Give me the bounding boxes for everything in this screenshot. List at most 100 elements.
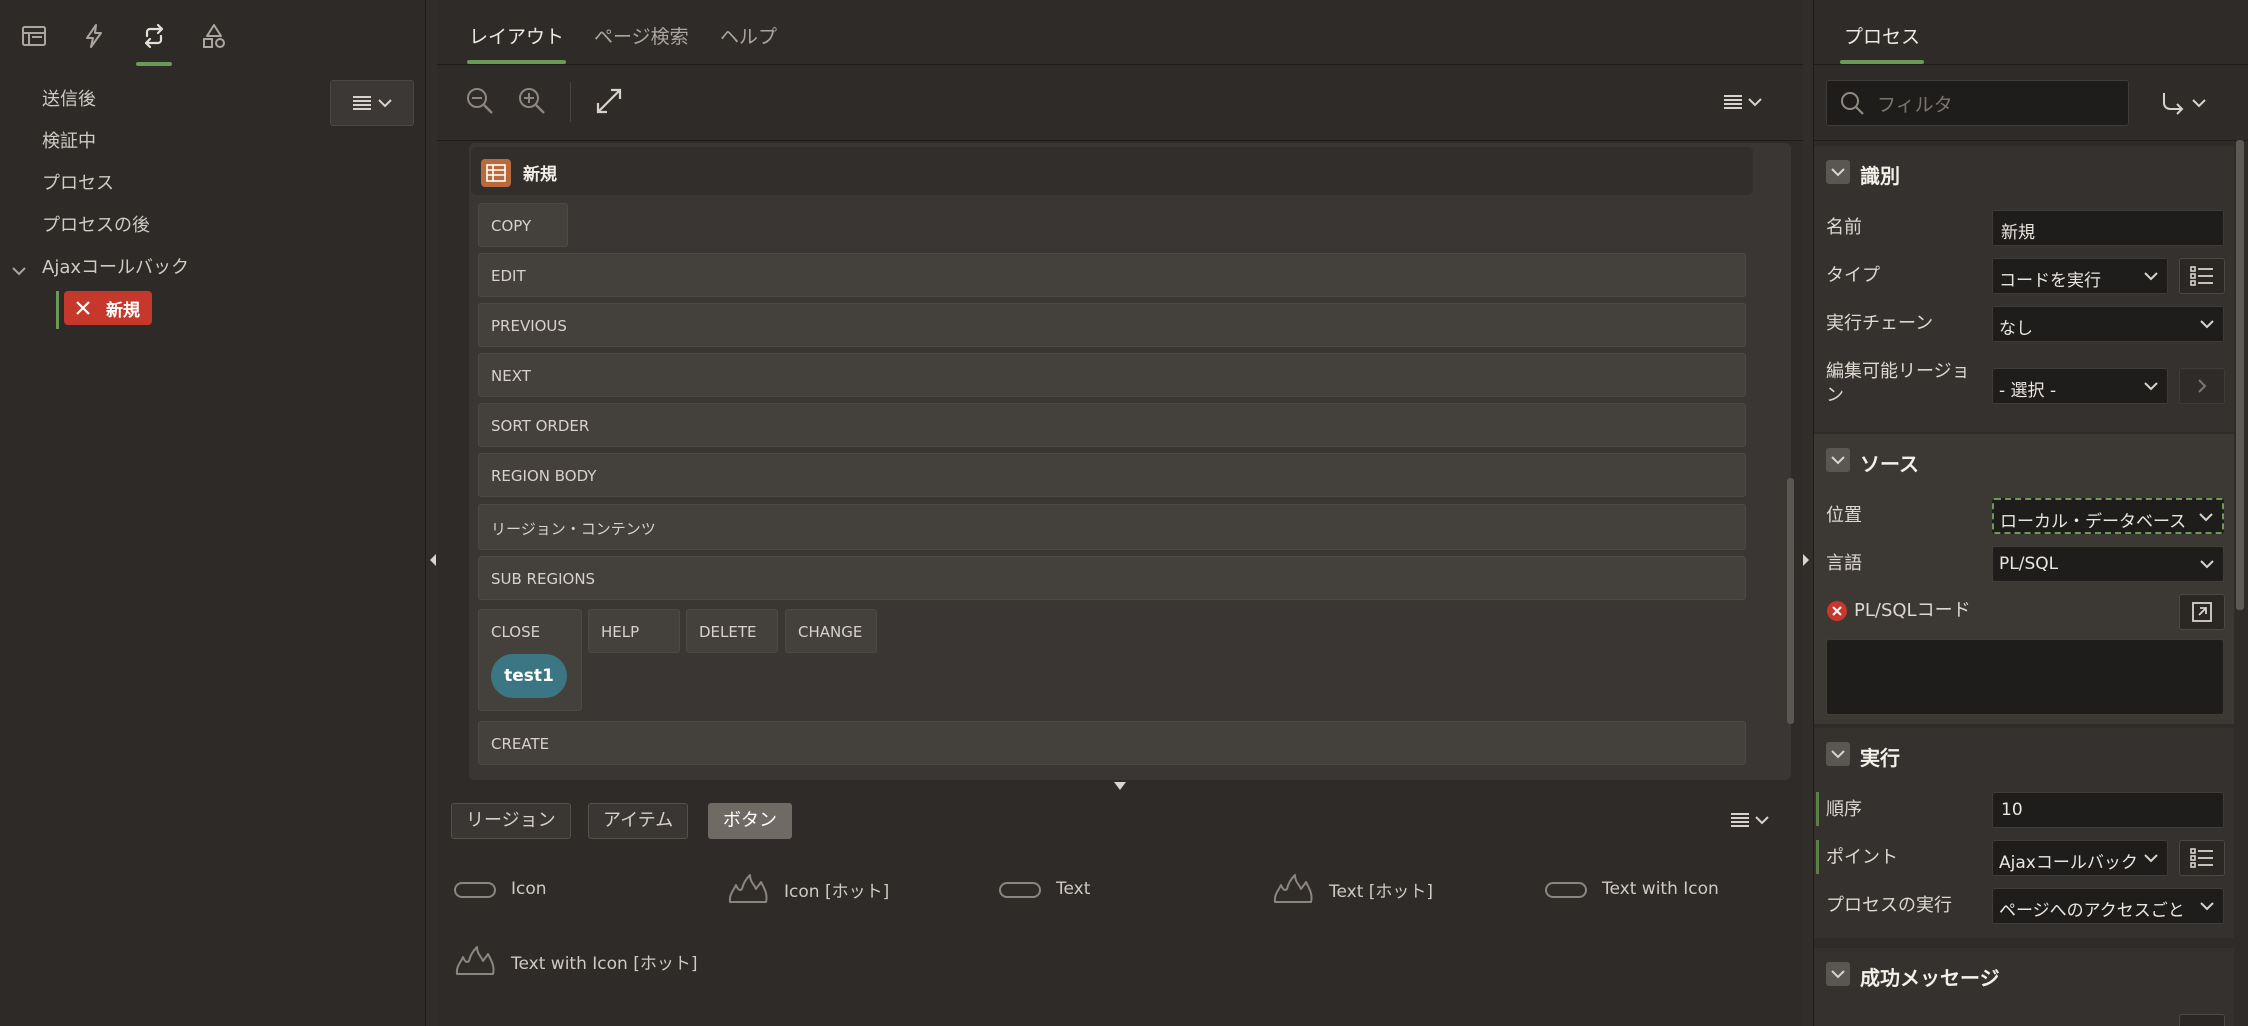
- go-to-region-button[interactable]: [2179, 368, 2225, 404]
- section-title: 実行: [1860, 746, 1900, 770]
- tab-page-search[interactable]: ページ検索: [594, 22, 689, 49]
- point-label: ポイント: [1826, 847, 1898, 868]
- slot-region-contents[interactable]: リージョン・コンテンツ: [478, 504, 1746, 550]
- gallery-item-icon-hot[interactable]: Icon [ホット]: [726, 872, 889, 906]
- execution-header[interactable]: 実行: [1814, 728, 2234, 778]
- tree-node-processing[interactable]: プロセス: [42, 169, 114, 199]
- button-pill-icon: [1545, 882, 1587, 898]
- chevron-down-icon: [1755, 816, 1769, 825]
- slot-close[interactable]: CLOSE test1: [478, 609, 582, 711]
- execution-chain-select[interactable]: なし: [1992, 306, 2224, 342]
- run-process-label: プロセスの実行: [1826, 895, 1952, 916]
- gallery-menu-button[interactable]: [1730, 810, 1774, 830]
- zoom-out-icon[interactable]: [465, 86, 495, 116]
- chevron-down-icon: [1748, 98, 1762, 107]
- hot-button-flame-icon: [1273, 874, 1313, 903]
- code-editor-button[interactable]: [2179, 1014, 2225, 1026]
- slot-region-body[interactable]: REGION BODY: [478, 453, 1746, 497]
- sequence-field[interactable]: 10: [1992, 792, 2224, 828]
- splitter-handle-icon[interactable]: [1113, 781, 1127, 791]
- go-to-group-button[interactable]: [2160, 86, 2220, 120]
- changed-marker: [1816, 840, 1819, 874]
- tree-node-ajax-callback[interactable]: Ajaxコールバック: [42, 253, 189, 283]
- tree-node-after-submit[interactable]: 送信後: [42, 85, 96, 115]
- slot-next[interactable]: NEXT: [478, 353, 1746, 397]
- slot-sort-order[interactable]: SORT ORDER: [478, 403, 1746, 447]
- open-editor-icon: [2192, 602, 2212, 622]
- slot-create[interactable]: CREATE: [478, 721, 1746, 765]
- gallery-tab-items[interactable]: アイテム: [588, 803, 689, 839]
- success-message-section: 成功メッセージ: [1814, 948, 2234, 1026]
- slot-delete[interactable]: DELETE: [686, 609, 778, 653]
- processing-icon: [144, 23, 164, 49]
- menu-lines-icon: [1724, 95, 1742, 109]
- chevron-down-icon: [2200, 902, 2214, 911]
- gallery-tab-buttons[interactable]: ボタン: [708, 803, 792, 839]
- go-to-group-icon: [2163, 93, 2184, 115]
- tab-process[interactable]: プロセス: [1839, 22, 1925, 64]
- chevron-down-icon: [2192, 99, 2206, 108]
- list-of-values-button[interactable]: [2179, 840, 2225, 876]
- gallery-item-text-hot[interactable]: Text [ホット]: [1271, 872, 1433, 906]
- tree-menu-button[interactable]: [330, 80, 414, 126]
- editable-region-select[interactable]: - 選択 -: [1992, 368, 2168, 404]
- section-title: 識別: [1860, 164, 1900, 188]
- point-select[interactable]: Ajaxコールバック: [1992, 840, 2168, 876]
- expand-icon[interactable]: [594, 86, 624, 116]
- list-of-values-button[interactable]: [2179, 258, 2225, 294]
- collapse-left-icon[interactable]: [429, 553, 437, 567]
- rendering-tree-icon: [22, 26, 46, 46]
- property-editor-pane: プロセス フィルタ 識別 名前 新規 タイプ コードを実行 実行チェーン なし …: [1813, 0, 2248, 1026]
- language-label: 言語: [1826, 553, 1862, 574]
- success-message-header[interactable]: 成功メッセージ: [1814, 948, 2234, 998]
- processing-tab[interactable]: [136, 18, 172, 66]
- hot-button-flame-icon: [728, 874, 768, 903]
- slot-previous[interactable]: PREVIOUS: [478, 303, 1746, 347]
- identification-header[interactable]: 識別: [1814, 146, 2234, 196]
- tree-node-selected[interactable]: 新規: [56, 291, 152, 329]
- collapse-right-icon[interactable]: [1802, 553, 1810, 567]
- run-process-select[interactable]: ページへのアクセスごと: [1992, 888, 2224, 924]
- layout-menu-button[interactable]: [1723, 92, 1767, 112]
- tree-node-validating[interactable]: 検証中: [42, 127, 96, 157]
- button-pill-icon: [999, 882, 1041, 898]
- tab-layout[interactable]: レイアウト: [466, 22, 567, 64]
- button-pill-icon: [454, 882, 496, 898]
- gallery-item-text[interactable]: Text: [998, 872, 1090, 906]
- test1-button[interactable]: test1: [491, 654, 567, 698]
- tree-node-after-processing[interactable]: プロセスの後: [42, 211, 150, 241]
- slot-help[interactable]: HELP: [588, 609, 680, 653]
- gallery-item-text-with-icon-hot[interactable]: Text with Icon [ホット]: [453, 944, 697, 978]
- gallery-item-text-with-icon[interactable]: Text with Icon: [1544, 872, 1719, 906]
- tab-help[interactable]: ヘルプ: [720, 22, 777, 49]
- language-select[interactable]: PL/SQL: [1992, 546, 2224, 582]
- layout-canvas[interactable]: 新規 COPY EDIT PREVIOUS NEXT SORT ORDER RE…: [469, 143, 1791, 780]
- property-scrollbar[interactable]: [2236, 140, 2244, 610]
- collapse-chevron-icon: [1826, 742, 1850, 766]
- error-x-icon: [76, 301, 90, 315]
- rendering-tab[interactable]: [16, 18, 52, 54]
- plsql-code-textarea[interactable]: [1826, 639, 2224, 715]
- code-editor-button[interactable]: [2179, 594, 2225, 630]
- slot-sub-regions[interactable]: SUB REGIONS: [478, 556, 1746, 600]
- region-header[interactable]: 新規: [471, 147, 1753, 195]
- dynamic-actions-tab[interactable]: [76, 18, 112, 54]
- type-select[interactable]: コードを実行: [1992, 258, 2168, 294]
- gallery-tab-regions[interactable]: リージョン: [451, 803, 571, 839]
- gallery-item-icon[interactable]: Icon: [453, 872, 547, 906]
- slot-edit[interactable]: EDIT: [478, 253, 1746, 297]
- property-filter-input[interactable]: フィルタ: [1826, 80, 2129, 126]
- location-select[interactable]: ローカル・データベース: [1992, 498, 2224, 534]
- slot-copy[interactable]: COPY: [478, 203, 568, 247]
- source-header[interactable]: ソース: [1814, 434, 2234, 484]
- slot-change[interactable]: CHANGE: [785, 609, 877, 653]
- editable-region-value: - 選択 -: [1999, 381, 2057, 401]
- hot-button-flame-icon: [455, 946, 495, 975]
- chevron-down-icon: [2200, 320, 2214, 329]
- section-title: 成功メッセージ: [1860, 966, 2000, 990]
- chevron-down-icon[interactable]: [8, 260, 30, 282]
- canvas-scrollbar[interactable]: [1787, 478, 1794, 724]
- zoom-in-icon[interactable]: [517, 86, 547, 116]
- name-field[interactable]: 新規: [1992, 210, 2224, 246]
- shared-components-tab[interactable]: [196, 18, 232, 54]
